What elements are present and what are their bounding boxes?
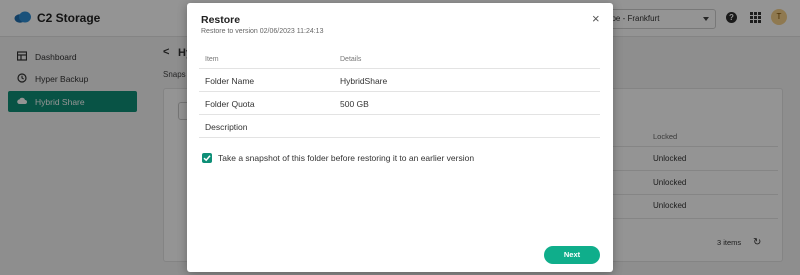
row-divider <box>199 114 600 115</box>
checkmark-icon <box>203 155 211 162</box>
row-divider <box>199 91 600 92</box>
next-button[interactable]: Next <box>544 246 600 264</box>
row-details-folder-name: HybridShare <box>340 76 388 86</box>
column-header-details: Details <box>340 56 362 63</box>
row-item-description: Description <box>205 122 248 132</box>
row-item-folder-name: Folder Name <box>205 76 255 86</box>
row-details-folder-quota: 500 GB <box>340 99 369 109</box>
column-header-item: Item <box>205 56 219 63</box>
row-divider <box>199 137 600 138</box>
close-icon[interactable]: × <box>592 12 600 25</box>
dialog-title: Restore <box>201 14 241 26</box>
row-item-folder-quota: Folder Quota <box>205 99 255 109</box>
dialog-subtitle: Restore to version 02/06/2023 11:24:13 <box>201 28 324 35</box>
snapshot-checkbox-label[interactable]: Take a snapshot of this folder before re… <box>218 153 474 163</box>
restore-dialog: Restore Restore to version 02/06/2023 11… <box>187 3 613 272</box>
snapshot-checkbox[interactable] <box>202 153 212 163</box>
row-divider <box>199 68 600 69</box>
